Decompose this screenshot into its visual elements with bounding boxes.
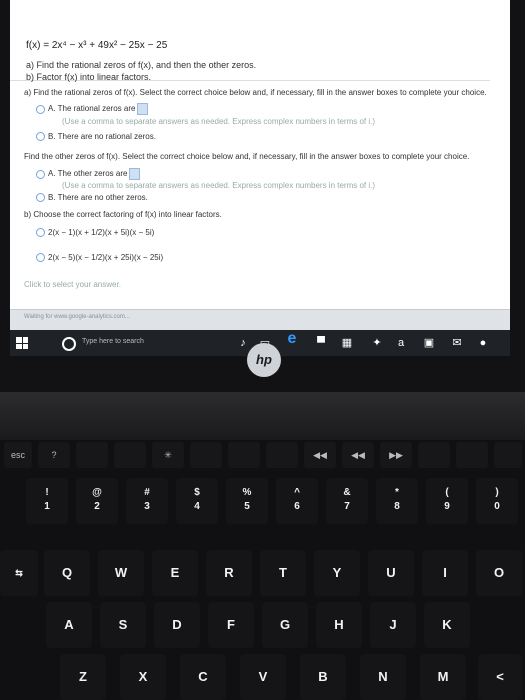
key-i[interactable]: I <box>422 550 468 596</box>
function-key-row: esc ? ✳ ◀◀ ◀◀ ▶▶ <box>0 442 525 472</box>
key-y[interactable]: Y <box>314 550 360 596</box>
rational-zeros-input[interactable] <box>137 103 149 115</box>
a-choice-a-label: A. The rational zeros are <box>48 104 136 114</box>
other-choice-a[interactable]: A. The other zeros are <box>24 168 496 180</box>
radio-other-choice-b[interactable] <box>36 193 45 203</box>
a-choice-b[interactable]: B. There are no rational zeros. <box>24 132 496 142</box>
key-w[interactable]: W <box>98 550 144 596</box>
other-choice-a-hint: (Use a comma to separate answers as need… <box>62 181 376 190</box>
laptop-hinge <box>0 392 525 440</box>
radio-factor-1[interactable] <box>36 228 45 238</box>
fkey-esc[interactable]: esc <box>4 442 32 468</box>
key-r[interactable]: R <box>206 550 252 596</box>
part-a-text: a) Find the rational zeros of f(x), and … <box>26 60 257 70</box>
screen: f(x) = 2x⁴ − x³ + 49x² − 25x − 25 a) Fin… <box>10 0 510 330</box>
dropbox-icon[interactable]: ✦ <box>370 337 384 349</box>
key-s[interactable]: S <box>100 602 146 648</box>
status-bar: Waiting for www.google-analytics.com... <box>10 309 510 330</box>
fkey-f1[interactable]: ? <box>38 442 70 468</box>
key-o[interactable]: O <box>476 550 522 596</box>
factor-option-2[interactable]: 2(x − 5)(x − 1/2)(x + 25i)(x − 25i) <box>24 253 496 263</box>
taskbar-search-box[interactable]: Type here to search <box>82 338 144 345</box>
photos-icon[interactable]: ▣ <box>422 337 436 349</box>
other-choice-b[interactable]: B. There are no other zeros. <box>24 193 496 203</box>
factor-option-1-label: 2(x − 1)(x + 1/2)(x + 5i)(x − 5i) <box>48 228 155 237</box>
a-choice-b-label: B. There are no rational zeros. <box>48 132 156 141</box>
photo: f(x) = 2x⁴ − x³ + 49x² − 25x − 25 a) Fin… <box>0 0 525 700</box>
a-choice-a-hint: (Use a comma to separate answers as need… <box>62 117 376 126</box>
key-c[interactable]: C <box>180 654 226 700</box>
fkey-f6[interactable] <box>228 442 260 468</box>
key-u[interactable]: U <box>368 550 414 596</box>
fkey-f9[interactable]: ◀◀ <box>342 442 374 468</box>
key-m[interactable]: M <box>420 654 466 700</box>
key-t[interactable]: T <box>260 550 306 596</box>
tab-key[interactable]: ⇆ <box>0 550 38 596</box>
radio-factor-2[interactable] <box>36 253 45 263</box>
key-6[interactable]: ^ 6 <box>276 478 318 524</box>
fkey-f12[interactable] <box>456 442 488 468</box>
key-3[interactable]: # 3 <box>126 478 168 524</box>
key-d[interactable]: D <box>154 602 200 648</box>
key-b[interactable]: B <box>300 654 346 700</box>
other-prompt: Find the other zeros of f(x). Select the… <box>24 152 470 161</box>
microphone-icon[interactable]: ♪ <box>236 337 250 349</box>
store-app-icon[interactable]: a <box>394 337 408 349</box>
other-choice-a-label: A. The other zeros are <box>48 169 128 179</box>
a-choice-a[interactable]: A. The rational zeros are <box>24 103 496 115</box>
key-5[interactable]: % 5 <box>226 478 268 524</box>
chrome-icon[interactable]: ● <box>476 337 490 349</box>
key-0[interactable]: ) 0 <box>476 478 518 524</box>
part-b-text: b) Factor f(x) into linear factors. <box>26 72 152 82</box>
edge-browser-icon[interactable]: e <box>285 331 299 347</box>
cortana-search-icon[interactable] <box>62 337 76 351</box>
fkey-f2[interactable] <box>76 442 108 468</box>
a-prompt: a) Find the rational zeros of f(x). Sele… <box>24 88 487 97</box>
mail-icon[interactable]: ✉ <box>450 337 464 349</box>
fkey-f3[interactable] <box>114 442 146 468</box>
status-text: Waiting for www.google-analytics.com... <box>24 314 130 320</box>
key-4[interactable]: $ 4 <box>176 478 218 524</box>
factor-option-1[interactable]: 2(x − 1)(x + 1/2)(x + 5i)(x − 5i) <box>24 228 496 238</box>
question-panel: f(x) = 2x⁴ − x³ + 49x² − 25x − 25 a) Fin… <box>10 0 490 82</box>
other-choice-b-label: B. There are no other zeros. <box>48 193 148 202</box>
key-e[interactable]: E <box>152 550 198 596</box>
key-q[interactable]: Q <box>44 550 90 596</box>
key-8[interactable]: * 8 <box>376 478 418 524</box>
fkey-f5[interactable] <box>190 442 222 468</box>
key-2[interactable]: @ 2 <box>76 478 118 524</box>
key-h[interactable]: H <box>316 602 362 648</box>
key-7[interactable]: & 7 <box>326 478 368 524</box>
key-a[interactable]: A <box>46 602 92 648</box>
fkey-f8[interactable]: ◀◀ <box>304 442 336 468</box>
store-icon[interactable]: ▦ <box>340 337 354 349</box>
file-explorer-icon[interactable]: ▀ <box>314 337 328 349</box>
fkey-extra[interactable] <box>494 442 522 468</box>
key-1[interactable]: ! 1 <box>26 478 68 524</box>
windows-start-icon[interactable] <box>16 337 28 349</box>
key-9[interactable]: ( 9 <box>426 478 468 524</box>
b-prompt: b) Choose the correct factoring of f(x) … <box>24 210 222 219</box>
function-text: f(x) = 2x⁴ − x³ + 49x² − 25x − 25 <box>26 40 168 51</box>
fkey-f10[interactable]: ▶▶ <box>380 442 412 468</box>
key-comma[interactable]: < <box>478 654 522 700</box>
fkey-f11[interactable] <box>418 442 450 468</box>
radio-a-choice-a[interactable] <box>36 104 45 114</box>
key-v[interactable]: V <box>240 654 286 700</box>
fkey-f4[interactable]: ✳ <box>152 442 184 468</box>
key-g[interactable]: G <box>262 602 308 648</box>
factor-option-2-label: 2(x − 5)(x − 1/2)(x + 25i)(x − 25i) <box>48 253 164 262</box>
key-z[interactable]: Z <box>60 654 106 700</box>
fkey-f7[interactable] <box>266 442 298 468</box>
radio-a-choice-b[interactable] <box>36 132 45 142</box>
other-zeros-input[interactable] <box>129 168 141 180</box>
key-f[interactable]: F <box>208 602 254 648</box>
click-hint: Click to select your answer. <box>24 280 121 289</box>
key-k[interactable]: K <box>424 602 470 648</box>
key-n[interactable]: N <box>360 654 406 700</box>
radio-other-choice-a[interactable] <box>36 169 45 179</box>
key-x[interactable]: X <box>120 654 166 700</box>
hp-logo: hp <box>247 343 281 377</box>
key-j[interactable]: J <box>370 602 416 648</box>
